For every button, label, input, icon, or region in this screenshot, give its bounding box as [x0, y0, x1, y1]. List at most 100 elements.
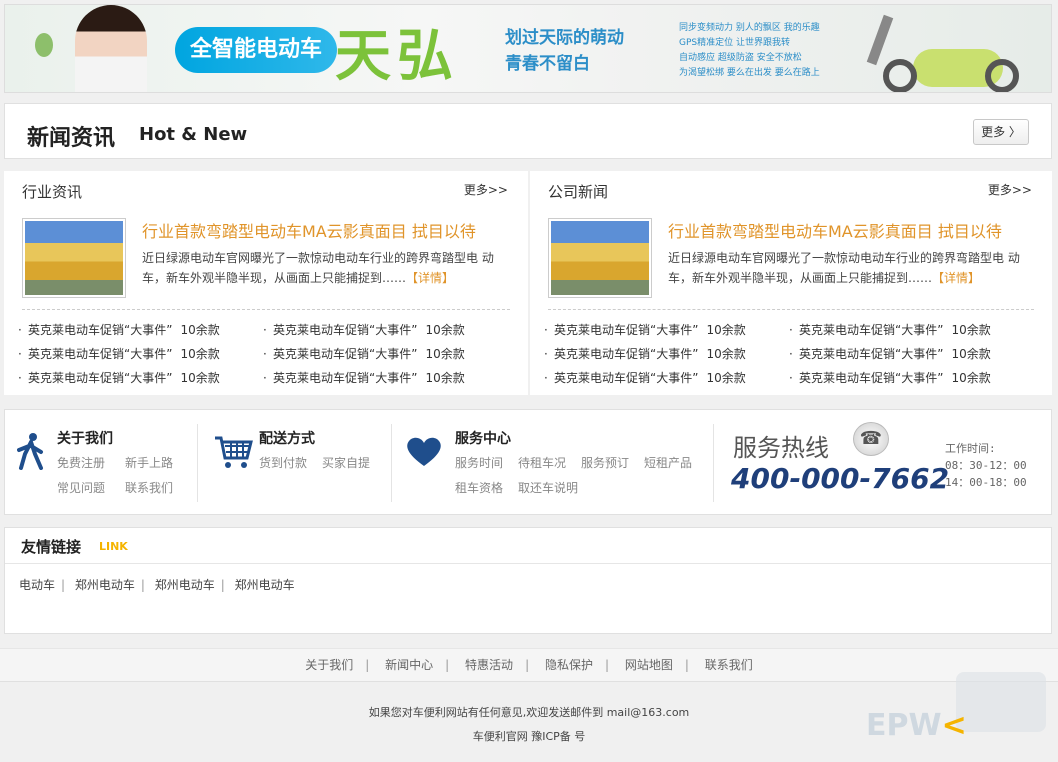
item-text[interactable]: 英克莱电动车促销“大事件” [28, 323, 172, 337]
link-service-time[interactable]: 服务时间 [455, 454, 503, 471]
work-hours-pm: 14：00-18：00 [945, 476, 1027, 489]
list-item[interactable]: · 英克莱电动车促销“大事件” 10余款 [789, 366, 1034, 390]
friend-links-list: 电动车 | 郑州电动车 | 郑州电动车 | 郑州电动车 [19, 578, 295, 592]
list-item[interactable]: · 英克莱电动车促销“大事件” 10余款 [263, 318, 508, 342]
watermark-logo [956, 672, 1046, 732]
item-text[interactable]: 英克莱电动车促销“大事件” [799, 347, 943, 361]
company-headline-link[interactable]: 行业首款弯踏型电动车MA云影真面目 拭目以待 [668, 218, 1002, 242]
link-rent-qualification[interactable]: 租车资格 [455, 479, 503, 496]
banner-pill: 全智能电动车 [175, 27, 337, 73]
hotline-label: 服务热线 [733, 434, 829, 462]
company-news-box: 公司新闻 更多>> 行业首款弯踏型电动车MA云影真面目 拭目以待 近日绿源电动车… [530, 171, 1052, 395]
divider [713, 424, 714, 502]
list-item[interactable]: · 英克莱电动车促销“大事件” 10余款 [544, 342, 789, 366]
industry-news-list: · 英克莱电动车促销“大事件” 10余款 · 英克莱电动车促销“大事件” 10余款 · 英… [18, 318, 518, 390]
feature-line: 自动感应 超级防盗 安全不放松 [679, 53, 802, 63]
industry-more-link[interactable]: 更多>> [464, 181, 508, 198]
link-short-rent[interactable]: 短租产品 [644, 454, 692, 471]
work-hours-am: 08：30-12：00 [945, 459, 1027, 472]
item-count: 10余款 [951, 323, 991, 337]
list-item[interactable]: · 英克莱电动车促销“大事件” 10余款 [789, 318, 1034, 342]
item-text[interactable]: 英克莱电动车促销“大事件” [799, 323, 943, 337]
slogan-line-1: 划过天际的萌动 [505, 28, 624, 48]
industry-headline-link[interactable]: 行业首款弯踏型电动车MA云影真面目 拭目以待 [142, 218, 476, 242]
link-car-status[interactable]: 待租车况 [518, 454, 566, 471]
link-contact[interactable]: 联系我们 [125, 479, 173, 496]
item-text[interactable]: 英克莱电动车促销“大事件” [273, 347, 417, 361]
list-item[interactable]: · 英克莱电动车促销“大事件” 10余款 [544, 318, 789, 342]
friend-link[interactable]: 郑州电动车 [235, 578, 295, 592]
item-count: 10余款 [706, 347, 746, 361]
divider [391, 424, 392, 502]
friend-links-panel: 友情链接 LINK 电动车 | 郑州电动车 | 郑州电动车 | 郑州电动车 [4, 527, 1052, 634]
company-news-thumbnail[interactable] [548, 218, 652, 298]
company-detail-link[interactable]: 【详情】 [932, 271, 980, 285]
item-count: 10余款 [706, 371, 746, 385]
friend-link[interactable]: 郑州电动车 [75, 578, 135, 592]
link-faq[interactable]: 常见问题 [57, 479, 105, 496]
link-booking[interactable]: 服务预订 [581, 454, 629, 471]
footer-link-contact[interactable]: 联系我们 [705, 658, 753, 672]
list-item[interactable]: · 英克莱电动车促销“大事件” 10余款 [18, 342, 263, 366]
list-item[interactable]: · 英克莱电动车促销“大事件” 10余款 [18, 366, 263, 390]
heart-icon [407, 437, 441, 466]
item-text[interactable]: 英克莱电动车促销“大事件” [28, 347, 172, 361]
top-banner[interactable]: 全智能电动车 天弘 划过天际的萌动 青春不留白 同步变频动力 别人的飘区 我的乐… [4, 4, 1052, 93]
industry-news-title: 行业资讯 [22, 183, 83, 201]
item-count: 10余款 [180, 323, 220, 337]
link-pickup-return[interactable]: 取还车说明 [518, 479, 578, 496]
list-item[interactable]: · 英克莱电动车促销“大事件” 10余款 [18, 318, 263, 342]
list-item[interactable]: · 英克莱电动车促销“大事件” 10余款 [544, 366, 789, 390]
list-item[interactable]: · 英克莱电动车促销“大事件” 10余款 [789, 342, 1034, 366]
scooter-image [853, 11, 1023, 92]
item-text[interactable]: 英克莱电动车促销“大事件” [28, 371, 172, 385]
service-center-title: 服务中心 [455, 431, 511, 447]
plant-decoration [35, 33, 53, 57]
news-more-button[interactable]: 更多 〉 [973, 119, 1029, 145]
industry-detail-link[interactable]: 【详情】 [406, 271, 454, 285]
link-free-register[interactable]: 免费注册 [57, 454, 105, 471]
company-summary: 近日绿源电动车官网曝光了一款惊动电动车行业的跨界弯踏型电 动车，新车外观半隐半现… [668, 248, 1028, 288]
divider [548, 309, 1034, 310]
feature-line: GPS精准定位 让世界跟我转 [679, 38, 790, 48]
friend-link[interactable]: 电动车 [19, 578, 55, 592]
friend-links-subtitle: LINK [99, 540, 128, 553]
feature-line: 同步变频动力 别人的飘区 我的乐趣 [679, 23, 820, 33]
item-text[interactable]: 英克莱电动车促销“大事件” [273, 371, 417, 385]
link-beginner[interactable]: 新手上路 [125, 454, 173, 471]
footer-link-about[interactable]: 关于我们 [305, 658, 353, 672]
item-text[interactable]: 英克莱电动车促销“大事件” [554, 371, 698, 385]
feature-line: 为渴望松绑 要么在出发 要么在路上 [679, 68, 820, 78]
list-item[interactable]: · 英克莱电动车促销“大事件” 10余款 [263, 366, 508, 390]
hotline-number[interactable]: 400-000-7662 [731, 462, 949, 495]
item-text[interactable]: 英克莱电动车促销“大事件” [799, 371, 943, 385]
item-text[interactable]: 英克莱电动车促销“大事件” [273, 323, 417, 337]
footer-link-sitemap[interactable]: 网站地图 [625, 658, 673, 672]
company-news-title: 公司新闻 [548, 183, 609, 201]
friend-link[interactable]: 郑州电动车 [155, 578, 215, 592]
footer-link-news[interactable]: 新闻中心 [385, 658, 433, 672]
footer-link-privacy[interactable]: 隐私保护 [545, 658, 593, 672]
link-cod[interactable]: 货到付款 [259, 454, 307, 471]
item-count: 10余款 [180, 371, 220, 385]
footer-link-promo[interactable]: 特惠活动 [465, 658, 513, 672]
item-text[interactable]: 英克莱电动车促销“大事件” [554, 347, 698, 361]
item-count: 10余款 [180, 347, 220, 361]
list-item[interactable]: · 英克莱电动车促销“大事件” 10余款 [263, 342, 508, 366]
service-bar: 关于我们 免费注册 新手上路 常见问题 联系我们 配送方式 货到付款 买家自提 … [4, 409, 1052, 515]
company-news-list: · 英克莱电动车促销“大事件” 10余款 · 英克莱电动车促销“大事件” 10余款 · 英… [544, 318, 1044, 390]
watermark-text: EPW [866, 708, 942, 743]
divider [197, 424, 198, 502]
banner-brand: 天弘 [335, 23, 459, 89]
link-self-pickup[interactable]: 买家自提 [322, 454, 370, 471]
news-subtitle: Hot & New [139, 124, 248, 145]
delivery-column: 配送方式 货到付款 买家自提 [201, 410, 391, 516]
industry-news-thumbnail[interactable] [22, 218, 126, 298]
watermark: EPW< [866, 708, 967, 743]
company-more-link[interactable]: 更多>> [988, 181, 1032, 198]
work-hours-label: 工作时间: [945, 442, 996, 455]
item-text[interactable]: 英克莱电动车促销“大事件” [554, 323, 698, 337]
news-section-header: 新闻资讯 Hot & New 更多 〉 [4, 103, 1052, 159]
delivery-title: 配送方式 [259, 431, 315, 447]
about-title: 关于我们 [57, 431, 113, 447]
